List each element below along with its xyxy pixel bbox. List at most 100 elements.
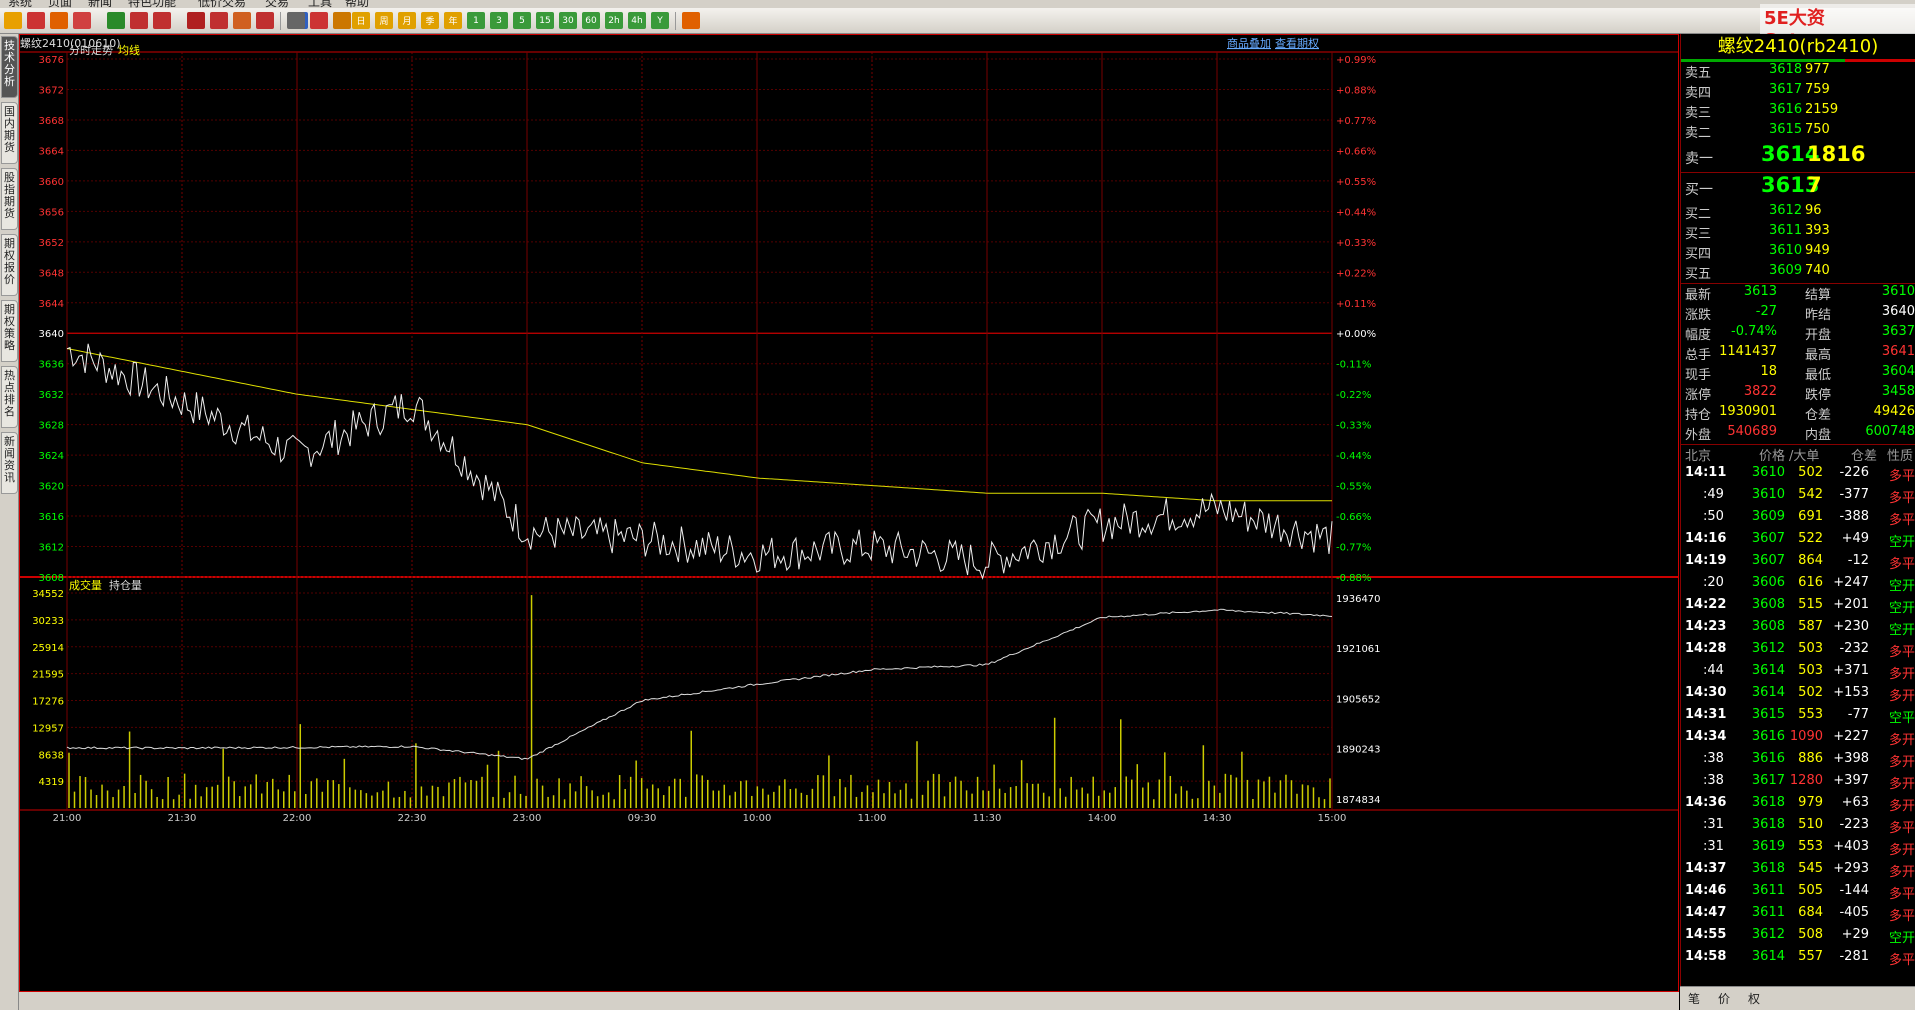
tick-row[interactable]: :44 3614 503 +371 多开 <box>1681 663 1915 685</box>
sidebar-tab[interactable]: 新 闻 资 讯 <box>1 432 18 494</box>
period-button[interactable]: 3 <box>490 12 508 29</box>
period-button[interactable]: 日 <box>352 12 370 29</box>
menu-item[interactable]: 帮助 <box>345 0 369 8</box>
chart-line-icon[interactable] <box>310 12 328 29</box>
tick-row[interactable]: 14:47 3611 684 -405 多平 <box>1681 905 1915 927</box>
menu-item[interactable]: 新闻 <box>88 0 112 8</box>
book-row[interactable]: 买二 3612 96 <box>1681 203 1915 223</box>
sidebar-tab[interactable]: 热 点 排 名 <box>1 366 18 428</box>
tick-nature: 多平 <box>1889 513 1915 528</box>
sidebar-tab[interactable]: 技 术 分 析 <box>1 36 18 98</box>
zoom-out-icon[interactable] <box>153 12 171 29</box>
sidebar-tab[interactable]: 期 权 策 略 <box>1 300 18 362</box>
tick-volume: 553 <box>1798 707 1823 722</box>
tick-oi-change: +403 <box>1833 839 1869 854</box>
book-label: 卖四 <box>1685 86 1712 101</box>
quote-tab[interactable]: 笔 <box>1688 990 1700 1007</box>
tick-row[interactable]: 14:55 3612 508 +29 空开 <box>1681 927 1915 949</box>
tick-row[interactable]: 14:36 3618 979 +63 多开 <box>1681 795 1915 817</box>
menu-item[interactable]: 页面 <box>48 0 72 8</box>
period-button[interactable]: 季 <box>421 12 439 29</box>
tick-row[interactable]: 14:37 3618 545 +293 多开 <box>1681 861 1915 883</box>
filter-icon[interactable] <box>256 12 274 29</box>
book-row[interactable]: 买四 3610 949 <box>1681 243 1915 263</box>
period-button[interactable]: 月 <box>398 12 416 29</box>
tick-row[interactable]: :31 3618 510 -223 多平 <box>1681 817 1915 839</box>
book-row[interactable]: 卖四 3617 759 <box>1681 82 1915 102</box>
options-link[interactable]: 查看期权 <box>1275 36 1319 50</box>
quote-tab[interactable]: 价 <box>1718 990 1730 1007</box>
book-row[interactable]: 买三 3611 393 <box>1681 223 1915 243</box>
overlay-link[interactable]: 商品叠加 <box>1227 36 1271 50</box>
tick-list[interactable]: 14:11 3610 502 -226 多平:49 3610 542 -377 多平:50 360… <box>1681 465 1915 971</box>
tick-row[interactable]: 14:11 3610 502 -226 多平 <box>1681 465 1915 487</box>
period-button[interactable]: 1 <box>467 12 485 29</box>
menu-item[interactable]: 交易 <box>265 0 289 8</box>
quote-tab[interactable]: 权 <box>1748 990 1760 1007</box>
sidebar-tab[interactable]: 期 权 报 价 <box>1 234 18 296</box>
tick-row[interactable]: 14:23 3608 587 +230 空开 <box>1681 619 1915 641</box>
window-icon[interactable] <box>187 12 205 29</box>
tick-row[interactable]: :31 3619 553 +403 多开 <box>1681 839 1915 861</box>
tick-row[interactable]: 14:31 3615 553 -77 空平 <box>1681 707 1915 729</box>
tick-row[interactable]: 14:16 3607 522 +49 空开 <box>1681 531 1915 553</box>
book-icon[interactable] <box>50 12 68 29</box>
period-button[interactable]: 15 <box>536 12 554 29</box>
stat-row: 总手 1141437 最高 3641 <box>1681 344 1915 364</box>
back-icon[interactable] <box>4 12 22 29</box>
tick-row[interactable]: 14:58 3614 557 -281 多平 <box>1681 949 1915 971</box>
period-button[interactable]: 60 <box>582 12 600 29</box>
pen-icon[interactable] <box>210 12 228 29</box>
tick-oi-change: +201 <box>1833 597 1869 612</box>
home-icon[interactable] <box>27 12 45 29</box>
tick-row[interactable]: :49 3610 542 -377 多平 <box>1681 487 1915 509</box>
stat-value: 49426 <box>1873 404 1915 419</box>
tick-row[interactable]: :38 3617 1280 +397 多开 <box>1681 773 1915 795</box>
tick-row[interactable]: :50 3609 691 -388 多平 <box>1681 509 1915 531</box>
tick-row[interactable]: 14:30 3614 502 +153 多开 <box>1681 685 1915 707</box>
tick-row[interactable]: 14:19 3607 864 -12 多平 <box>1681 553 1915 575</box>
period-button[interactable]: Y <box>651 12 669 29</box>
volume-label: 成交量 <box>69 578 102 592</box>
menu-item[interactable]: 特色功能 <box>128 0 176 8</box>
period-button[interactable]: 2h <box>605 12 623 29</box>
tick-volume: 587 <box>1798 619 1823 634</box>
tick-row[interactable]: :38 3616 886 +398 多开 <box>1681 751 1915 773</box>
period-button[interactable]: 5 <box>513 12 531 29</box>
bid1-row[interactable]: 买一 3613 7 <box>1681 173 1915 203</box>
tick-volume: 515 <box>1798 597 1823 612</box>
avg-line-label: 均线 <box>118 43 140 57</box>
tick-row[interactable]: 14:46 3611 505 -144 多平 <box>1681 883 1915 905</box>
intraday-chart[interactable]: 螺纹2410(010610) 商品叠加 查看期权3676 +0.99%3672 +0.8… <box>19 34 1680 992</box>
table-icon[interactable] <box>287 12 305 29</box>
menu-item[interactable]: 系统 <box>8 0 32 8</box>
tick-column-header: 北京 <box>1685 449 1712 464</box>
news-icon[interactable] <box>73 12 91 29</box>
menu-item[interactable]: 低价交易 <box>198 0 246 8</box>
tick-oi-change: +247 <box>1833 575 1869 590</box>
tick-row[interactable]: :20 3606 616 +247 空开 <box>1681 575 1915 597</box>
refresh-icon[interactable] <box>107 12 125 29</box>
book-row[interactable]: 卖五 3618 977 <box>1681 62 1915 82</box>
tick-row[interactable]: 14:28 3612 503 -232 多平 <box>1681 641 1915 663</box>
tick-row[interactable]: 14:34 3616 1090 +227 多开 <box>1681 729 1915 751</box>
calendar-icon[interactable] <box>682 12 700 29</box>
period-button[interactable]: 4h <box>628 12 646 29</box>
open-interest-line <box>66 608 1333 760</box>
price-tick: 3636 <box>39 360 64 371</box>
kline-icon[interactable] <box>333 12 351 29</box>
period-button[interactable]: 年 <box>444 12 462 29</box>
zoom-in-icon[interactable] <box>130 12 148 29</box>
tick-row[interactable]: 14:22 3608 515 +201 空开 <box>1681 597 1915 619</box>
book-row[interactable]: 买五 3609 740 <box>1681 263 1915 283</box>
sidebar-tab[interactable]: 股 指 期 货 <box>1 168 18 230</box>
menu-item[interactable]: 工具 <box>308 0 332 8</box>
paint-icon[interactable] <box>233 12 251 29</box>
sidebar-tab[interactable]: 国 内 期 货 <box>1 102 18 164</box>
ask1-row[interactable]: 卖一 3614 1816 <box>1681 142 1915 172</box>
volume-tick: 8638 <box>39 750 64 761</box>
period-button[interactable]: 周 <box>375 12 393 29</box>
book-row[interactable]: 卖二 3615 750 <box>1681 122 1915 142</box>
period-button[interactable]: 30 <box>559 12 577 29</box>
book-row[interactable]: 卖三 3616 2159 <box>1681 102 1915 122</box>
